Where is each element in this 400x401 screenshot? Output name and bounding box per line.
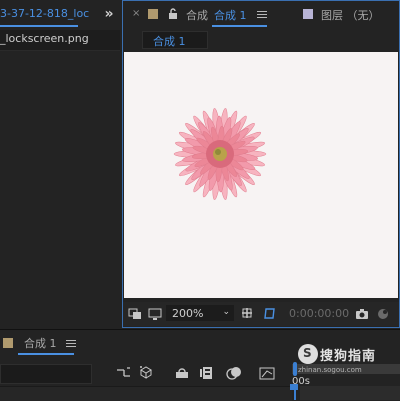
lock-icon[interactable] [168, 8, 178, 20]
shy-icon[interactable] [138, 364, 152, 379]
watermark-logo-glyph: S [303, 346, 312, 360]
grid-icon[interactable] [240, 306, 254, 320]
project-file-name: _lockscreen.png [0, 32, 89, 45]
work-area-handle[interactable] [293, 362, 297, 376]
zoom-value: 200% [172, 307, 204, 320]
camera-icon[interactable] [355, 307, 369, 321]
playhead[interactable] [294, 384, 296, 400]
mask-icon[interactable] [262, 306, 276, 320]
composition-breadcrumb-tab[interactable]: 合成 1 [142, 31, 208, 49]
monitor-icon[interactable] [148, 307, 162, 321]
tab-timeline-composition-1[interactable]: 合成 1 [24, 335, 57, 351]
overflow-icon[interactable]: » [101, 4, 117, 24]
region-icon[interactable] [128, 307, 142, 321]
timeline-menu-icon[interactable] [66, 340, 76, 348]
timeline-track[interactable] [300, 386, 400, 400]
viewer-type-label: 合成 [186, 9, 208, 22]
watermark-text: 搜狗指南 [320, 349, 377, 364]
composition-canvas[interactable] [124, 52, 398, 298]
timeline-search-input[interactable] [0, 364, 92, 384]
project-file-item[interactable]: _lockscreen.png [0, 30, 120, 48]
timecode-value: 0:00:00:00 [289, 307, 350, 320]
breadcrumb-label: 合成 1 [153, 35, 186, 48]
motion-blur-circles-icon[interactable] [226, 366, 241, 380]
zoom-select[interactable]: 200% ⌄ [166, 305, 234, 321]
composition-color-swatch [148, 9, 158, 19]
frame-blend-icon[interactable] [174, 366, 188, 380]
menu-icon[interactable] [257, 11, 267, 19]
close-icon[interactable]: × [132, 8, 140, 19]
current-time-display[interactable]: 0:00:00:00 [287, 305, 350, 321]
viewer-tab-underline [212, 25, 267, 27]
timeline-tab-underline [18, 353, 74, 355]
watermark-logo: S [298, 344, 318, 364]
graph-icon[interactable] [116, 366, 130, 380]
flower-image [173, 108, 267, 200]
color-icon[interactable] [376, 307, 390, 321]
motion-blur-icon[interactable] [199, 366, 213, 380]
timeline-close-icon[interactable] [3, 338, 13, 351]
watermark-url: zhinan.sogou.com [298, 366, 362, 374]
layer-color-swatch [303, 9, 313, 19]
project-header: 3-37-12-818_loc » [0, 0, 120, 28]
project-tab-underline [0, 25, 78, 27]
chevron-down-icon: ⌄ [222, 307, 230, 317]
tab-composition-1[interactable]: 合成 1 [214, 7, 247, 23]
layer-switches-row [0, 386, 292, 401]
tab-layer[interactable]: 图层 （无） [321, 7, 380, 23]
project-tab-title[interactable]: 3-37-12-818_loc [0, 7, 89, 20]
graph-editor-icon[interactable] [259, 366, 275, 380]
